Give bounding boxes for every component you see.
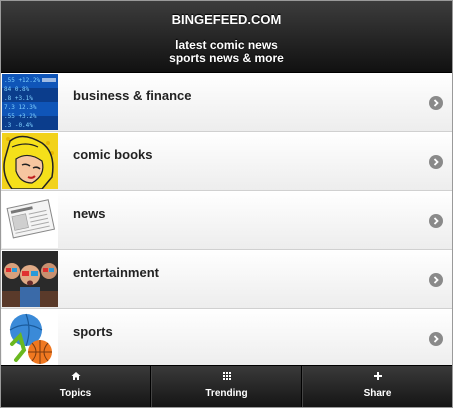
list-item-sports[interactable]: sports <box>1 309 452 365</box>
tagline-line-2: sports news & more <box>169 51 284 65</box>
list-item-label: news <box>73 206 106 221</box>
list-item-label: sports <box>73 324 113 339</box>
sports-ball-image <box>2 310 58 365</box>
chevron-right-icon <box>429 96 443 110</box>
list-item-news[interactable]: news <box>1 191 452 250</box>
tab-label: Trending <box>205 388 248 399</box>
list-item-label: business & finance <box>73 88 192 103</box>
list-item-business-finance[interactable]: .55 +12.2% 84 0.8% .8 +3.1% 7.3 12.3% .5… <box>1 73 452 132</box>
tab-trending[interactable]: Trending <box>151 366 302 407</box>
stock-ticker-image: .55 +12.2% 84 0.8% .8 +3.1% 7.3 12.3% .5… <box>2 74 58 130</box>
topic-list: .55 +12.2% 84 0.8% .8 +3.1% 7.3 12.3% .5… <box>1 73 452 365</box>
chevron-right-icon <box>429 332 443 346</box>
app-frame: BINGEFEED.COM latest comic news sports n… <box>0 0 453 408</box>
3d-cinema-audience-image <box>2 251 58 307</box>
plus-icon <box>303 371 452 383</box>
list-item-label: entertainment <box>73 265 159 280</box>
chevron-right-icon <box>429 155 443 169</box>
grid-icon <box>152 371 301 383</box>
svg-text:7.3 12.3%: 7.3 12.3% <box>4 104 37 111</box>
chevron-right-icon <box>429 273 443 287</box>
svg-text:.3 -0.4%: .3 -0.4% <box>4 122 33 129</box>
tab-topics[interactable]: Topics <box>1 366 151 407</box>
tab-share[interactable]: Share <box>302 366 452 407</box>
list-item-comic-books[interactable]: comic books <box>1 132 452 191</box>
newspaper-image <box>2 192 58 248</box>
tab-label: Topics <box>59 388 92 399</box>
tab-label: Share <box>363 388 392 399</box>
site-title: BINGEFEED.COM <box>171 12 282 27</box>
tagline-line-1: latest comic news <box>175 38 278 52</box>
tab-bar: Topics Trending Share <box>1 365 452 407</box>
page-header: BINGEFEED.COM latest comic news sports n… <box>1 1 452 73</box>
svg-text:84 0.8%: 84 0.8% <box>4 86 30 93</box>
comic-art-image <box>2 133 58 189</box>
chevron-right-icon <box>429 214 443 228</box>
list-item-label: comic books <box>73 147 153 162</box>
home-icon <box>1 371 150 383</box>
svg-text:.55 +3.2%: .55 +3.2% <box>4 113 37 120</box>
svg-text:.55 +12.2%: .55 +12.2% <box>4 77 41 84</box>
svg-text:.8 +3.1%: .8 +3.1% <box>4 95 33 102</box>
list-item-entertainment[interactable]: entertainment <box>1 250 452 309</box>
